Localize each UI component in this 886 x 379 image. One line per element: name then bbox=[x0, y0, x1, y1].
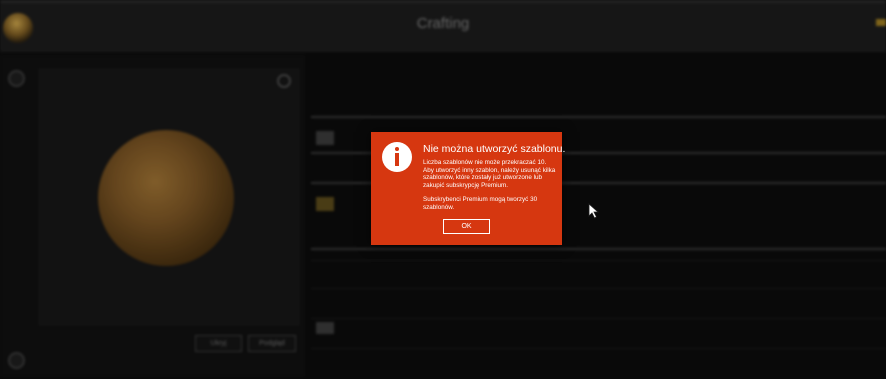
error-dialog: Nie można utworzyć szablonu. Liczba szab… bbox=[371, 132, 566, 245]
mouse-cursor-icon bbox=[588, 203, 600, 219]
dialog-premium-note: Subskrybenci Premium mogą tworzyć 30 sza… bbox=[423, 196, 538, 211]
dialog-title: Nie można utworzyć szablonu. bbox=[423, 143, 566, 155]
info-icon bbox=[382, 142, 412, 172]
ok-button[interactable]: OK bbox=[443, 219, 490, 234]
dialog-message: Liczba szablonów nie może przekraczać 10… bbox=[423, 159, 556, 189]
